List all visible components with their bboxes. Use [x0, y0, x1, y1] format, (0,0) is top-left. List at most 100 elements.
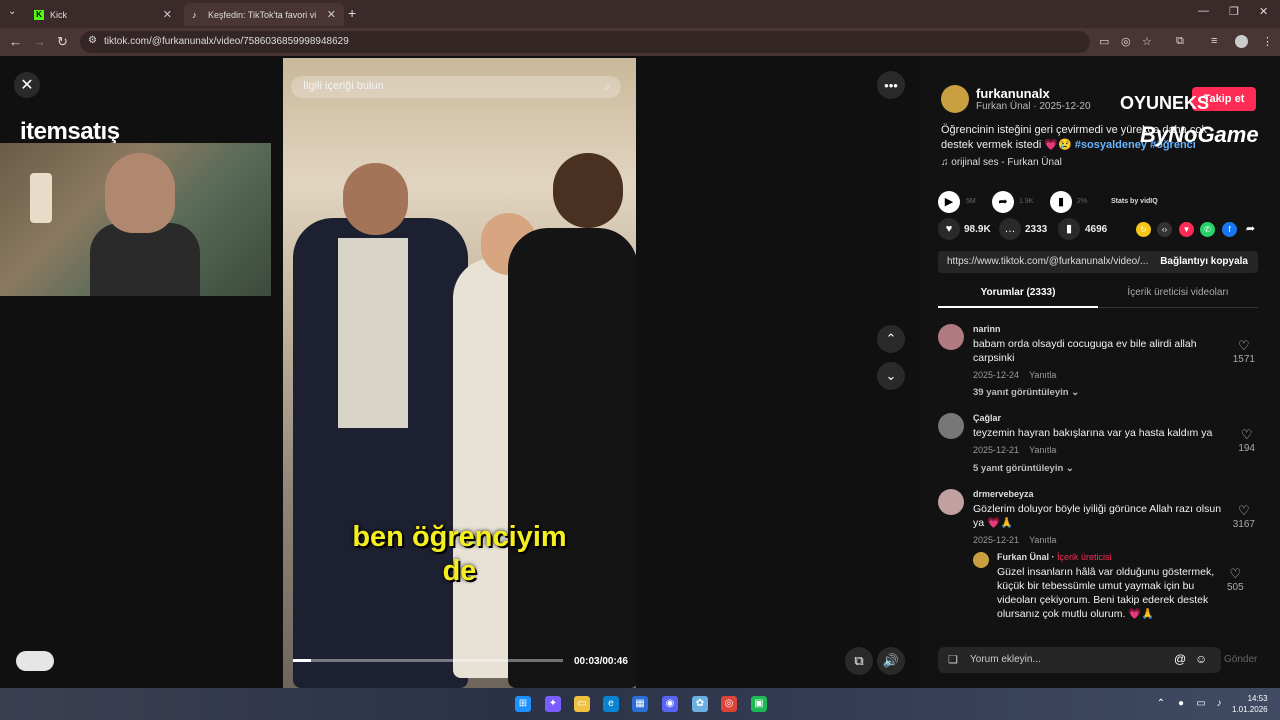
edge-icon[interactable]: e: [603, 696, 619, 712]
send-icon[interactable]: ▼: [1179, 222, 1194, 237]
comment-username[interactable]: narinn: [973, 324, 1001, 334]
volume-button[interactable]: 🔊: [877, 647, 905, 675]
discord-icon[interactable]: ◉: [662, 696, 678, 712]
address-bar[interactable]: ⚙ tiktok.com/@furkanunalx/video/75860368…: [80, 31, 1090, 53]
reply-button[interactable]: Yanıtla: [1029, 535, 1056, 545]
avatar[interactable]: [938, 413, 964, 439]
close-tab-icon[interactable]: ✕: [327, 8, 336, 21]
music-link[interactable]: ♫ orijinal ses - Furkan Ünal: [941, 157, 1062, 168]
comment-like[interactable]: ♡ 194: [1238, 427, 1255, 454]
extensions-icon[interactable]: ⧉: [1176, 35, 1184, 48]
volume-tray-icon[interactable]: ♪: [1211, 696, 1227, 712]
caption-line: de: [442, 555, 477, 587]
forward-icon[interactable]: →: [33, 34, 46, 49]
reply-like[interactable]: ♡ 505: [1227, 566, 1244, 593]
mic-icon[interactable]: ●: [1173, 696, 1189, 712]
comment-item: narinn babam orda olsaydi cocuguga ev bi…: [938, 324, 1263, 404]
related-search-input[interactable]: İlgili içeriği bulun ⌕: [291, 76, 621, 98]
restore-icon[interactable]: ❐: [1229, 5, 1239, 18]
more-share-icon[interactable]: ➦: [1243, 222, 1258, 237]
comment-button[interactable]: …: [999, 218, 1021, 240]
chrome-icon[interactable]: ◎: [721, 696, 737, 712]
next-video-button[interactable]: ⌄: [877, 362, 905, 390]
extension-badge[interactable]: [16, 651, 54, 671]
stats-button[interactable]: ▮: [1050, 191, 1072, 213]
comment-username[interactable]: Çağlar: [973, 413, 1001, 423]
webcam-feed: [0, 143, 271, 296]
pip-button[interactable]: ⧉: [845, 647, 873, 675]
view-replies-button[interactable]: 5 yanıt görüntüleyin ⌄: [973, 463, 1074, 474]
comment-count: 2333: [1025, 224, 1048, 235]
tab-comments[interactable]: Yorumlar (2333): [938, 284, 1098, 308]
send-comment-button[interactable]: Gönder: [1224, 654, 1257, 665]
avatar[interactable]: [973, 552, 989, 568]
view-replies-button[interactable]: 39 yanıt görüntüleyin ⌄: [973, 387, 1079, 398]
gift-icon[interactable]: ❏: [948, 653, 958, 666]
more-options-button[interactable]: •••: [877, 71, 905, 99]
play-button[interactable]: ▶: [938, 191, 960, 213]
network-icon[interactable]: ▭: [1193, 696, 1209, 712]
chevron-up-icon: ⌃: [885, 331, 897, 346]
share-stat-button[interactable]: ➦: [992, 191, 1014, 213]
avatar[interactable]: [938, 324, 964, 350]
person-student: [508, 228, 636, 688]
emoji-icon[interactable]: ☺: [1195, 652, 1207, 666]
reply-button[interactable]: Yanıtla: [1029, 370, 1056, 380]
back-icon[interactable]: ←: [9, 34, 22, 49]
store-icon[interactable]: ▦: [632, 696, 648, 712]
copilot-icon[interactable]: ✦: [545, 696, 561, 712]
minimize-icon[interactable]: —: [1198, 5, 1209, 17]
vidiq-label[interactable]: Stats by vidIQ: [1111, 198, 1158, 205]
video-player[interactable]: İlgili içeriği bulun ⌕ ben öğrenciyim de…: [283, 58, 636, 688]
comment-input[interactable]: ❏ Yorum ekleyin... @ ☺: [938, 647, 1221, 673]
tab-kick[interactable]: K Kick ✕: [26, 3, 180, 26]
tab-creator-videos[interactable]: İçerik üreticisi videoları: [1098, 284, 1258, 308]
reload-icon[interactable]: ↻: [57, 34, 68, 50]
app-icon[interactable]: ✿: [692, 696, 708, 712]
tab-tiktok[interactable]: ♪ Keşfedin: TikTok'ta favori vi ✕: [184, 3, 344, 26]
comment-text: babam orda olsaydi cocuguga ev bile alir…: [973, 338, 1197, 364]
copy-link-button[interactable]: Bağlantıyı kopyala: [1160, 256, 1248, 267]
site-info-icon[interactable]: ⚙: [88, 35, 97, 46]
bar-chart-icon: ▮: [1057, 196, 1065, 208]
heart-outline-icon: ♡: [1229, 566, 1242, 581]
bookmark-star-icon[interactable]: ☆: [1142, 35, 1152, 48]
whatsapp-icon[interactable]: ✆: [1200, 222, 1215, 237]
comment-username[interactable]: drmervebeyza: [973, 489, 1034, 499]
chat-icon[interactable]: ▣: [751, 696, 767, 712]
close-window-icon[interactable]: ✕: [1259, 5, 1268, 18]
video-progress-bar[interactable]: [293, 659, 563, 662]
comment-like[interactable]: ♡ 3167: [1233, 503, 1255, 530]
new-tab-button[interactable]: +: [348, 5, 356, 21]
start-icon[interactable]: ⊞: [515, 696, 531, 712]
menu-icon[interactable]: ⋮: [1262, 35, 1273, 48]
folder-icon[interactable]: ▭: [574, 696, 590, 712]
creator-username[interactable]: furkanunalx: [976, 86, 1050, 101]
like-button[interactable]: ♥: [938, 218, 960, 240]
avatar[interactable]: [938, 489, 964, 515]
save-button[interactable]: ▮: [1058, 218, 1080, 240]
mention-icon[interactable]: @: [1174, 652, 1186, 666]
search-icon[interactable]: ⌕: [604, 79, 611, 94]
close-tab-icon[interactable]: ✕: [163, 8, 172, 21]
facebook-icon[interactable]: f: [1222, 222, 1237, 237]
comment-like[interactable]: ♡ 1571: [1233, 338, 1255, 365]
close-video-button[interactable]: ✕: [14, 72, 40, 98]
share-repost-icon[interactable]: ↻: [1136, 222, 1151, 237]
creator-avatar[interactable]: [941, 85, 969, 113]
media-icon[interactable]: ≡: [1211, 35, 1217, 47]
eye-off-icon[interactable]: ◎: [1121, 35, 1131, 48]
lamp: [30, 173, 52, 223]
video-link-field[interactable]: https://www.tiktok.com/@furkanunalx/vide…: [938, 251, 1258, 273]
profile-avatar[interactable]: [1235, 35, 1248, 48]
tray-chevron-icon[interactable]: ⌃: [1153, 696, 1169, 712]
tab-search-icon[interactable]: ⌄: [8, 6, 16, 17]
system-clock[interactable]: 14:53 1.01.2026: [1232, 693, 1268, 715]
volume-icon: 🔊: [882, 653, 900, 668]
reply-username[interactable]: Furkan Ünal · İçerik üreticisi: [997, 552, 1112, 562]
url-text: tiktok.com/@furkanunalx/video/7586036859…: [104, 36, 349, 47]
embed-icon[interactable]: ‹›: [1157, 222, 1172, 237]
previous-video-button[interactable]: ⌃: [877, 325, 905, 353]
cast-icon[interactable]: ▭: [1099, 35, 1109, 48]
reply-button[interactable]: Yanıtla: [1029, 445, 1056, 455]
